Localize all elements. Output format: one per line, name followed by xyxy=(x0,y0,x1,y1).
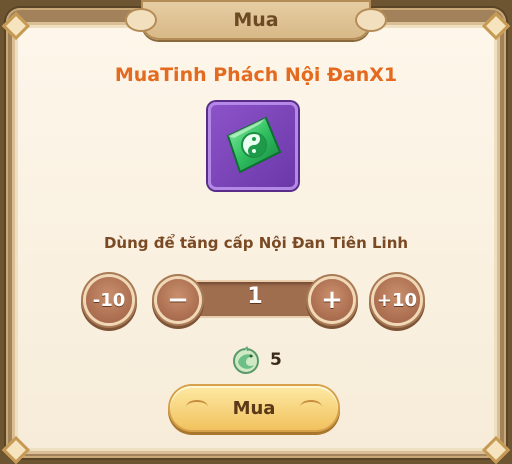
item-slot[interactable] xyxy=(208,102,298,190)
cost-amount: 5 xyxy=(270,350,282,370)
button-ornament xyxy=(300,400,322,414)
item-description: Dùng để tăng cấp Nội Đan Tiên Linh xyxy=(103,234,409,252)
minus-10-label: -10 xyxy=(92,289,126,311)
minus-10-button[interactable]: -10 xyxy=(86,277,132,323)
buy-button-label: Mua xyxy=(232,397,276,419)
dialog-title-tab: Mua xyxy=(125,0,387,40)
title-ornament xyxy=(355,8,387,32)
plus-button[interactable]: + xyxy=(311,279,353,321)
plus-10-label: +10 xyxy=(376,289,418,311)
title-ornament xyxy=(125,8,157,32)
buy-button[interactable]: Mua xyxy=(170,386,338,430)
jade-dragon-coin-icon xyxy=(233,346,259,374)
purchase-heading: MuaTinh Phách Nội ĐanX1 xyxy=(114,64,398,86)
button-ornament xyxy=(186,400,208,414)
plus-label: + xyxy=(321,285,343,315)
dialog-title: Mua xyxy=(233,9,279,31)
cost-row: 5 xyxy=(230,344,282,376)
green-gem-icon xyxy=(226,116,282,174)
plus-10-button[interactable]: +10 xyxy=(374,277,420,323)
